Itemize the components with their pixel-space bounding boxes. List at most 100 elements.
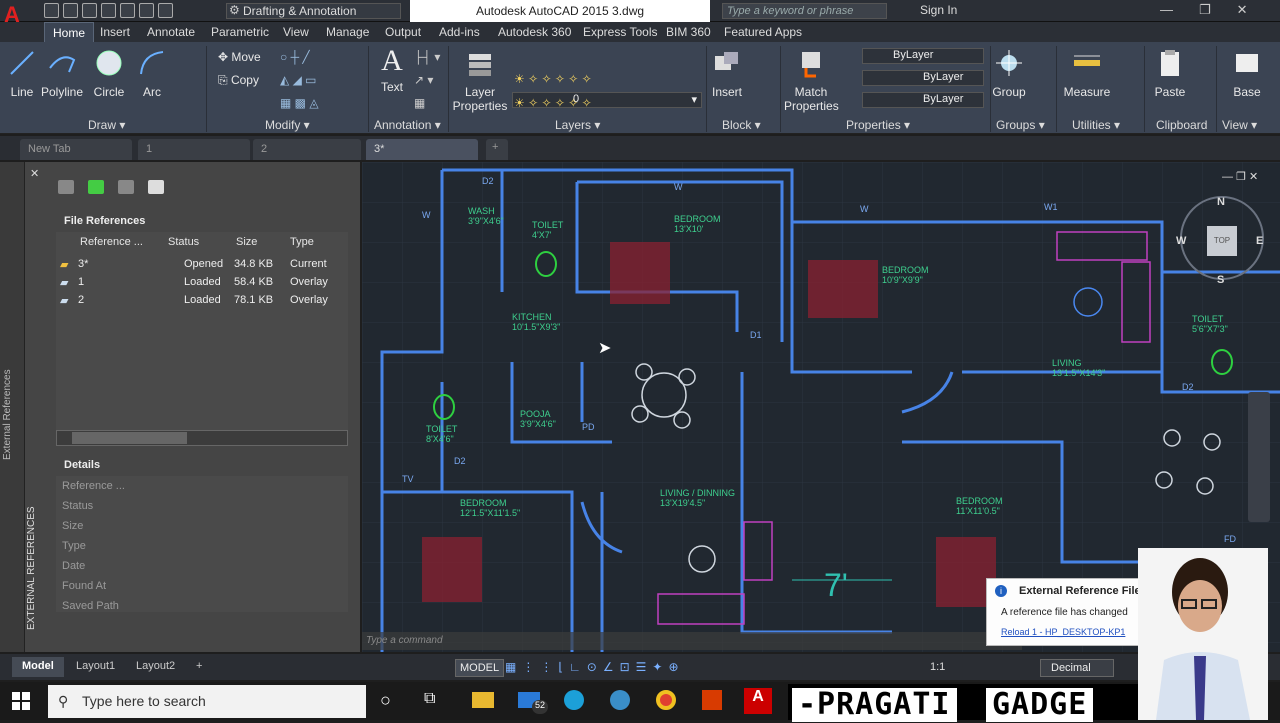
minimize-icon[interactable]: — bbox=[1222, 171, 1233, 183]
file-tab-new[interactable]: New Tab bbox=[20, 139, 132, 160]
new-tab-plus-icon[interactable]: + bbox=[486, 139, 508, 160]
tab-bim-360[interactable]: BIM 360 bbox=[666, 25, 711, 39]
tab-add-ins[interactable]: Add-ins bbox=[439, 25, 480, 39]
tab-view[interactable]: View bbox=[283, 25, 309, 39]
circle-button[interactable]: Circle bbox=[92, 48, 126, 99]
dimension-icon[interactable]: ├┤ ▾ bbox=[414, 50, 440, 64]
col-status[interactable]: Status bbox=[168, 236, 199, 248]
tab-output[interactable]: Output bbox=[385, 25, 421, 39]
table-row[interactable]: ▰ 2 Loaded 78.1 KB Overlay bbox=[56, 292, 348, 310]
insert-button[interactable]: Insert bbox=[710, 48, 744, 99]
text-button[interactable]: A Text bbox=[376, 46, 408, 95]
tab-annotate[interactable]: Annotate bbox=[147, 25, 195, 39]
color-dropdown[interactable]: ByLayer bbox=[862, 48, 984, 64]
array-icon[interactable]: ▦ ▩ ◬ bbox=[280, 96, 319, 110]
move-button[interactable]: ✥ Move bbox=[218, 50, 261, 64]
panel-label-block[interactable]: Block ▾ bbox=[722, 118, 761, 132]
panel-label-view[interactable]: View ▾ bbox=[1222, 118, 1257, 132]
viewcube-top[interactable]: TOP bbox=[1207, 226, 1237, 256]
change-path-icon[interactable] bbox=[118, 180, 134, 194]
compass-north[interactable]: N bbox=[1217, 196, 1225, 208]
table-row[interactable]: ▰ 3* Opened 34.8 KB Current bbox=[56, 256, 348, 274]
save-icon[interactable] bbox=[82, 3, 97, 18]
autocad-taskbar-icon[interactable]: A bbox=[744, 688, 772, 714]
table-icon[interactable]: ▦ bbox=[414, 96, 425, 110]
new-icon[interactable] bbox=[44, 3, 59, 18]
file-tab-1[interactable]: 1 bbox=[138, 139, 250, 160]
tab-layout2[interactable]: Layout2 bbox=[126, 657, 185, 677]
minimize-icon[interactable]: — bbox=[1160, 2, 1173, 18]
panel-label-layers[interactable]: Layers ▾ bbox=[555, 118, 600, 132]
linetype-dropdown[interactable]: ByLayer bbox=[862, 70, 984, 86]
group-button[interactable]: Group bbox=[992, 48, 1026, 99]
panel-label-utilities[interactable]: Utilities ▾ bbox=[1072, 118, 1120, 132]
sign-in-button[interactable]: Sign In bbox=[920, 3, 957, 17]
compass-west[interactable]: W bbox=[1176, 235, 1186, 247]
save-as-icon[interactable] bbox=[101, 3, 116, 18]
col-reference[interactable]: Reference ... bbox=[80, 236, 143, 248]
redo-icon[interactable] bbox=[158, 3, 173, 18]
paste-button[interactable]: Paste bbox=[1152, 48, 1188, 99]
compass-east[interactable]: E bbox=[1256, 235, 1263, 247]
search-input[interactable]: Type a keyword or phrase bbox=[722, 3, 887, 19]
reload-link[interactable]: Reload 1 - HP_DESKTOP-KP1 bbox=[1001, 627, 1125, 637]
lineweight-dropdown[interactable]: ByLayer bbox=[862, 92, 984, 108]
polyline-button[interactable]: Polyline bbox=[40, 48, 84, 99]
restore-icon[interactable]: ❐ bbox=[1236, 171, 1246, 183]
mirror-icon[interactable]: ◭ ◢ ▭ bbox=[280, 73, 316, 87]
file-tab-3[interactable]: 3* bbox=[366, 139, 478, 160]
leader-icon[interactable]: ↗ ▾ bbox=[414, 73, 433, 87]
arc-button[interactable]: Arc bbox=[136, 48, 168, 99]
model-space-button[interactable]: MODEL bbox=[455, 659, 505, 677]
measure-button[interactable]: Measure bbox=[1062, 48, 1112, 99]
panel-label-modify[interactable]: Modify ▾ bbox=[265, 118, 310, 132]
attach-icon[interactable] bbox=[58, 180, 74, 194]
file-explorer-icon[interactable] bbox=[472, 692, 494, 708]
match-properties-button[interactable]: Match Properties bbox=[784, 48, 839, 113]
col-size[interactable]: Size bbox=[236, 236, 257, 248]
help-icon[interactable] bbox=[148, 180, 164, 194]
refresh-icon[interactable] bbox=[88, 180, 104, 194]
tab-layout1[interactable]: Layout1 bbox=[66, 657, 125, 677]
taskbar-search[interactable]: Type here to search bbox=[48, 685, 366, 718]
tab-insert[interactable]: Insert bbox=[100, 25, 130, 39]
copy-button[interactable]: ⎘ Copy bbox=[218, 73, 259, 88]
chrome-icon[interactable] bbox=[656, 690, 676, 710]
units-dropdown[interactable]: Decimal bbox=[1040, 659, 1114, 677]
layer-tools-icon[interactable]: ☀ ✧ ✧ ✧ ✧ ✧ bbox=[514, 72, 592, 86]
col-type[interactable]: Type bbox=[290, 236, 314, 248]
plot-icon[interactable] bbox=[120, 3, 135, 18]
rotate-icon[interactable]: ○ ┼ ╱ bbox=[280, 50, 310, 64]
tab-express-tools[interactable]: Express Tools bbox=[583, 25, 657, 39]
windows-start-icon[interactable] bbox=[12, 692, 30, 710]
file-tab-2[interactable]: 2 bbox=[253, 139, 361, 160]
close-icon[interactable]: ✕ bbox=[30, 167, 39, 180]
layer-properties-button[interactable]: Layer Properties bbox=[452, 48, 508, 113]
close-icon[interactable]: ✕ bbox=[1249, 171, 1258, 183]
workspace-dropdown[interactable]: Drafting & Annotation bbox=[226, 3, 401, 19]
tab-autodesk-360[interactable]: Autodesk 360 bbox=[498, 25, 571, 39]
tab-manage[interactable]: Manage bbox=[326, 25, 369, 39]
navigation-bar[interactable] bbox=[1248, 392, 1270, 522]
task-view-icon[interactable]: ⧉ bbox=[424, 690, 435, 708]
tab-parametric[interactable]: Parametric bbox=[211, 25, 269, 39]
tab-home[interactable]: Home bbox=[44, 22, 95, 42]
xref-notification[interactable]: i External Reference File A reference fi… bbox=[986, 578, 1146, 646]
close-icon[interactable]: ✕ bbox=[1237, 2, 1248, 18]
panel-label-groups[interactable]: Groups ▾ bbox=[996, 118, 1045, 132]
annotation-scale[interactable]: 1:1 bbox=[930, 661, 945, 673]
edge-icon[interactable] bbox=[564, 690, 584, 710]
add-layout-icon[interactable]: + bbox=[190, 657, 208, 677]
panel-label-draw[interactable]: Draw ▾ bbox=[88, 118, 125, 132]
panel-label-properties[interactable]: Properties ▾ bbox=[846, 118, 910, 132]
line-button[interactable]: Line bbox=[6, 48, 38, 99]
panel-label-annotation[interactable]: Annotation ▾ bbox=[374, 118, 441, 132]
tab-model[interactable]: Model bbox=[12, 657, 64, 677]
tab-featured-apps[interactable]: Featured Apps bbox=[724, 25, 802, 39]
scrollbar-thumb[interactable] bbox=[72, 432, 187, 444]
table-row[interactable]: ▰ 1 Loaded 58.4 KB Overlay bbox=[56, 274, 348, 292]
office-icon[interactable] bbox=[702, 690, 722, 710]
layer-match-icon[interactable]: ☀ ✧ ✧ ✧ ✧ ✧ bbox=[514, 96, 592, 110]
status-toggles[interactable]: ▦⋮⋮⌊∟⊙∠⊡☰✦⊕ bbox=[505, 660, 685, 674]
compass-south[interactable]: S bbox=[1217, 274, 1224, 286]
